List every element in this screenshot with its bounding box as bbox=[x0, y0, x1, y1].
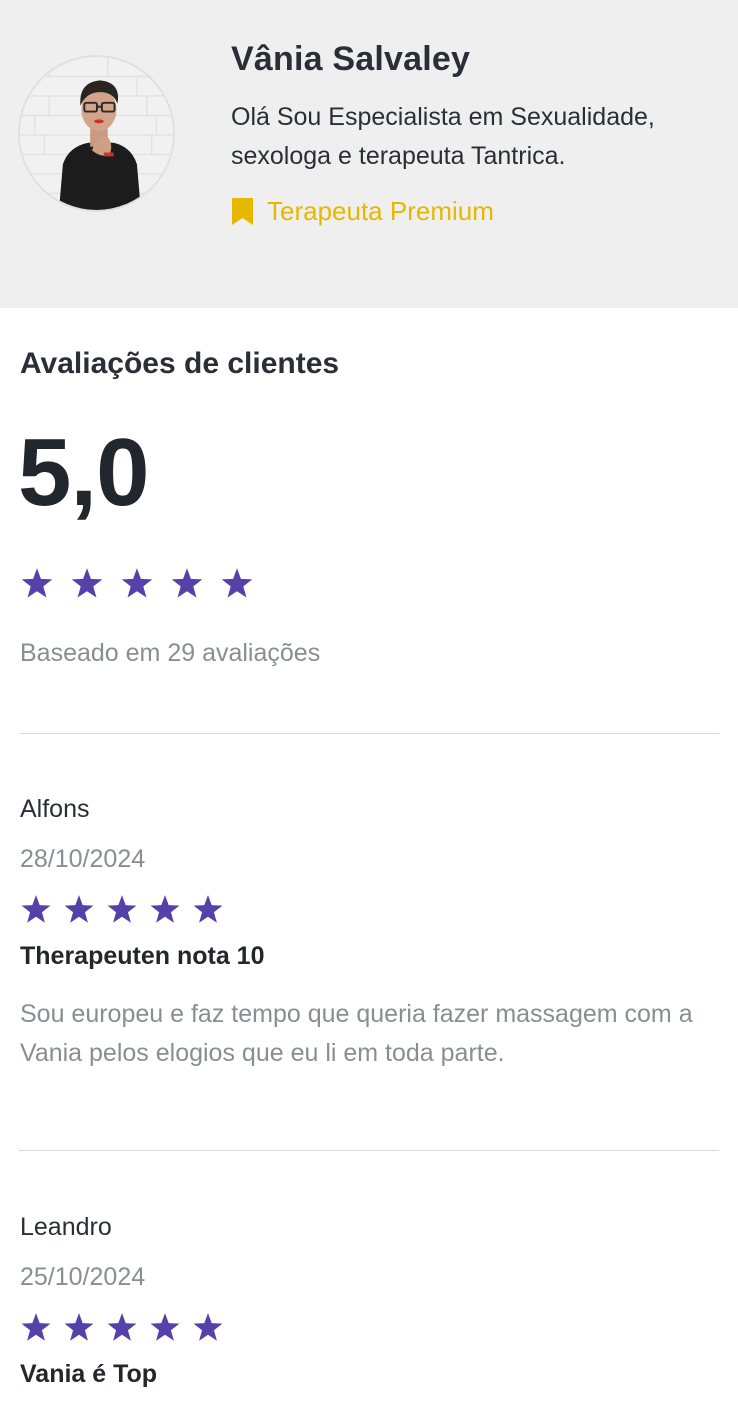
review-title: Therapeuten nota 10 bbox=[20, 942, 265, 970]
premium-badge: Terapeuta Premium bbox=[231, 196, 494, 227]
therapist-name: Vânia Salvaley bbox=[231, 40, 471, 78]
summary-star-rating bbox=[19, 566, 255, 602]
review-star-rating bbox=[19, 893, 225, 927]
review-count: Baseado em 29 avaliações bbox=[20, 639, 321, 667]
review-title: Vania é Top bbox=[20, 1360, 158, 1388]
star-icon bbox=[21, 1313, 51, 1341]
bookmark-icon bbox=[231, 197, 254, 226]
review-author: Alfons bbox=[20, 795, 90, 823]
star-icon bbox=[107, 895, 137, 923]
star-icon bbox=[71, 568, 103, 598]
premium-badge-label: Terapeuta Premium bbox=[267, 196, 494, 226]
star-icon bbox=[150, 895, 180, 923]
review-author: Leandro bbox=[20, 1213, 112, 1241]
star-icon bbox=[193, 1313, 223, 1341]
star-icon bbox=[121, 568, 153, 598]
star-icon bbox=[21, 895, 51, 923]
star-icon bbox=[64, 895, 94, 923]
review-date: 28/10/2024 bbox=[20, 845, 146, 873]
star-icon bbox=[21, 568, 53, 598]
star-icon bbox=[150, 1313, 180, 1341]
star-icon bbox=[107, 1313, 137, 1341]
review-date: 25/10/2024 bbox=[20, 1263, 146, 1291]
divider bbox=[19, 1150, 719, 1151]
therapist-bio: Olá Sou Especialista em Sexualidade, sex… bbox=[231, 103, 655, 170]
avatar-photo bbox=[20, 57, 173, 210]
review-star-rating bbox=[19, 1311, 225, 1345]
section-title: Avaliações de clientes bbox=[20, 347, 340, 380]
star-icon bbox=[64, 1313, 94, 1341]
star-icon bbox=[193, 895, 223, 923]
avatar[interactable] bbox=[18, 55, 175, 212]
review-body: Sou europeu e faz tempo que queria fazer… bbox=[20, 1000, 693, 1067]
divider bbox=[19, 733, 719, 734]
rating-score: 5,0 bbox=[18, 419, 149, 526]
star-icon bbox=[221, 568, 253, 598]
star-icon bbox=[171, 568, 203, 598]
therapist-header: Vânia Salvaley Olá Sou Especialista em S… bbox=[0, 0, 738, 308]
